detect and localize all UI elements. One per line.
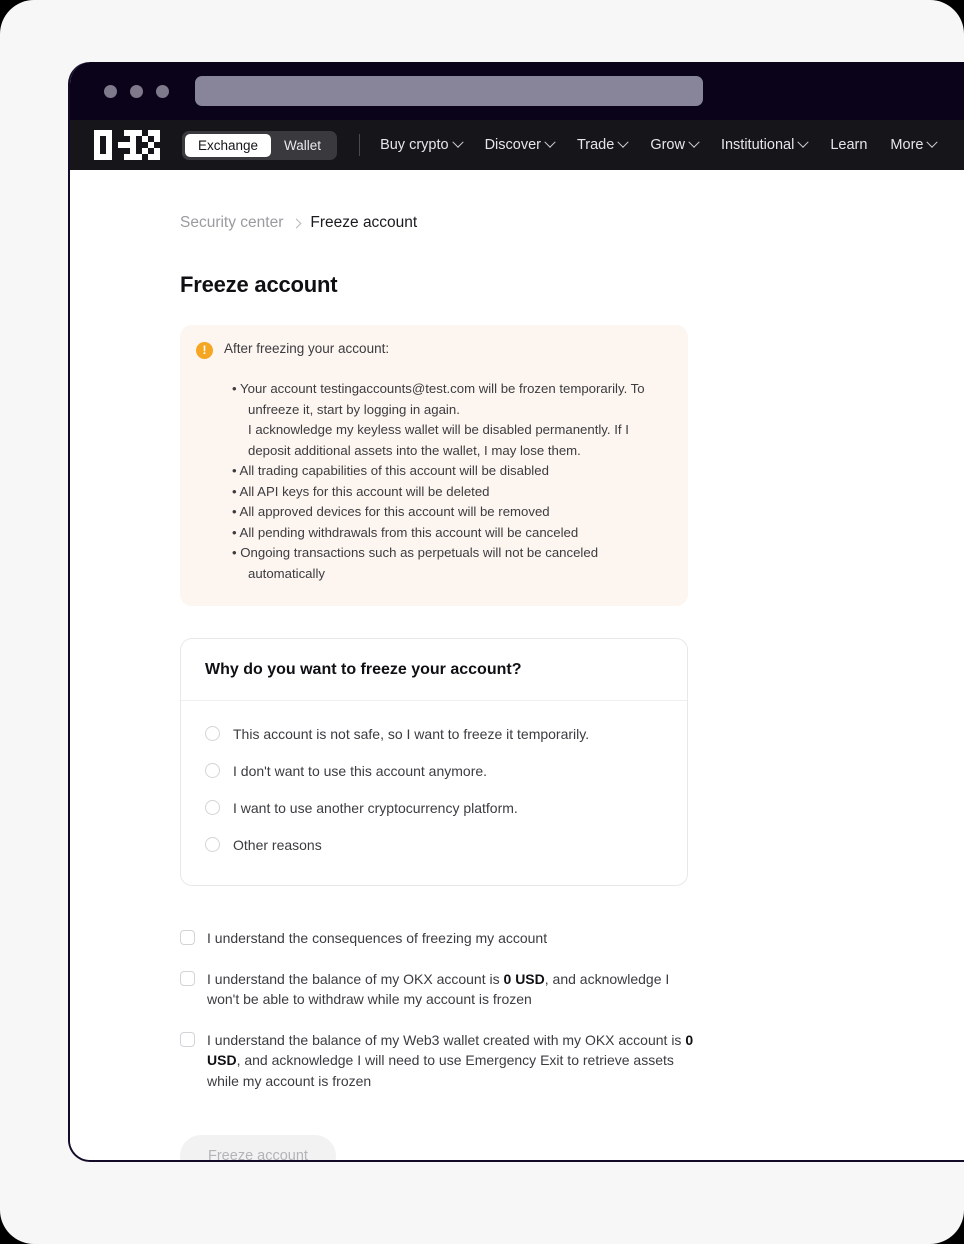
segment-exchange[interactable]: Exchange [185, 133, 272, 157]
nav-link-trade[interactable]: Trade [576, 136, 629, 153]
acknowledgement-text: I understand the balance of my OKX accou… [207, 970, 504, 987]
reason-option-label: I don't want to use this account anymore… [233, 762, 488, 779]
nav-link-label: Discover [484, 137, 541, 153]
breadcrumb: Security center Freeze account [180, 214, 964, 232]
radio-icon[interactable] [205, 763, 220, 778]
reason-option[interactable]: Other reasons [205, 826, 663, 863]
breadcrumb-current: Freeze account [310, 214, 418, 231]
reason-option-label: Other reasons [233, 836, 322, 853]
warning-header: ! After freezing your account: [196, 341, 668, 359]
acknowledgement-label: I understand the consequences of freezin… [207, 928, 547, 949]
freeze-account-submit-button[interactable]: Freeze account [180, 1135, 336, 1160]
page-title: Freeze account [180, 272, 338, 297]
exclamation-icon: ! [196, 342, 213, 359]
checkbox-icon[interactable] [180, 930, 195, 945]
radio-icon[interactable] [205, 726, 220, 741]
acknowledgement-text: I understand the consequences of freezin… [207, 930, 548, 946]
acknowledgement-text: , and acknowledge I will need to use Eme… [207, 1052, 674, 1089]
nav-divider [359, 134, 361, 156]
window-controls[interactable] [104, 84, 169, 98]
exchange-wallet-switch[interactable]: Exchange Wallet [182, 130, 338, 160]
radio-icon[interactable] [205, 837, 220, 852]
chevron-down-icon [688, 136, 700, 148]
breadcrumb-security-center[interactable]: Security center [180, 214, 283, 232]
warning-line: • All approved devices for this account … [232, 504, 550, 519]
reason-card-heading: Why do you want to freeze your account? [181, 639, 687, 701]
chevron-down-icon [926, 136, 939, 148]
maximize-window-icon[interactable] [156, 84, 169, 98]
nav-link-more[interactable]: More [890, 136, 939, 153]
balance-amount: 0 USD [503, 970, 545, 987]
nav-link-buy-crypto[interactable]: Buy crypto [380, 136, 464, 153]
okx-navbar: Exchange Wallet Buy crypto Discover Trade G… [70, 120, 964, 170]
nav-link-learn[interactable]: Learn [830, 137, 867, 153]
minimize-window-icon[interactable] [130, 84, 143, 98]
nav-link-label: Learn [830, 137, 868, 153]
nav-link-grow[interactable]: Grow [650, 136, 700, 153]
page-content: Security center Freeze account Freeze ac… [70, 170, 964, 1160]
nav-link-label: Buy crypto [380, 137, 449, 153]
checkbox-icon[interactable] [180, 1031, 195, 1047]
nav-link-label: Institutional [720, 137, 795, 153]
checkbox-icon[interactable] [180, 970, 195, 986]
warning-line: • All API keys for this account will be … [232, 483, 490, 499]
warning-consequence-list: • Your account testingaccounts@test.com … [196, 379, 668, 584]
reason-option[interactable]: I want to use another cryptocurrency pla… [205, 789, 663, 826]
reason-options: This account is not safe, so I want to f… [181, 701, 687, 885]
freeze-warning-box: ! After freezing your account: • Your ac… [180, 325, 688, 606]
okx-logo-icon[interactable] [94, 130, 160, 160]
chevron-down-icon [797, 136, 809, 148]
nav-link-label: More [890, 137, 924, 153]
warning-line: • Ongoing transactions such as perpetual… [232, 545, 599, 581]
nav-link-label: Trade [576, 137, 615, 153]
acknowledgement-text: I understand the balance of my Web3 wall… [207, 1031, 686, 1048]
chevron-down-icon [544, 136, 556, 148]
nav-link-institutional[interactable]: Institutional [720, 136, 809, 153]
chevron-down-icon [451, 136, 464, 148]
acknowledgement-label: I understand the balance of my Web3 wall… [207, 1030, 700, 1092]
chevron-right-icon [291, 218, 302, 228]
freeze-reason-card: Why do you want to freeze your account? … [180, 638, 688, 886]
nav-links: Buy crypto Discover Trade Grow Institutional… [380, 136, 939, 153]
chevron-down-icon [617, 136, 629, 148]
acknowledgement-row[interactable]: I understand the balance of my OKX accou… [180, 969, 700, 1010]
nav-link-label: Grow [650, 137, 685, 153]
reason-option-label: I want to use another cryptocurrency pla… [233, 799, 518, 816]
segment-wallet[interactable]: Wallet [271, 134, 334, 157]
browser-window: Exchange Wallet Buy crypto Discover Trade G… [68, 62, 964, 1162]
page-backdrop: Exchange Wallet Buy crypto Discover Trade G… [0, 0, 964, 1244]
browser-titlebar [70, 62, 964, 120]
warning-line: I acknowledge my keyless wallet will be … [248, 422, 629, 458]
close-window-icon[interactable] [104, 84, 117, 98]
nav-link-discover[interactable]: Discover [484, 136, 556, 153]
acknowledgement-label: I understand the balance of my OKX accou… [207, 969, 700, 1010]
warning-line: • Your account testingaccounts@test.com … [232, 381, 645, 417]
warning-line: • All trading capabilities of this accou… [232, 463, 549, 478]
reason-option-label: This account is not safe, so I want to f… [233, 725, 590, 742]
radio-icon[interactable] [205, 800, 220, 815]
acknowledgement-row[interactable]: I understand the balance of my Web3 wall… [180, 1030, 700, 1092]
reason-option[interactable]: This account is not safe, so I want to f… [205, 715, 663, 752]
reason-option[interactable]: I don't want to use this account anymore… [205, 752, 663, 789]
warning-heading: After freezing your account: [224, 341, 390, 356]
acknowledgement-row[interactable]: I understand the consequences of freezin… [180, 928, 700, 949]
address-bar[interactable] [195, 76, 703, 106]
warning-line: • All pending withdrawals from this acco… [232, 524, 579, 540]
acknowledgement-list: I understand the consequences of freezin… [180, 928, 700, 1091]
